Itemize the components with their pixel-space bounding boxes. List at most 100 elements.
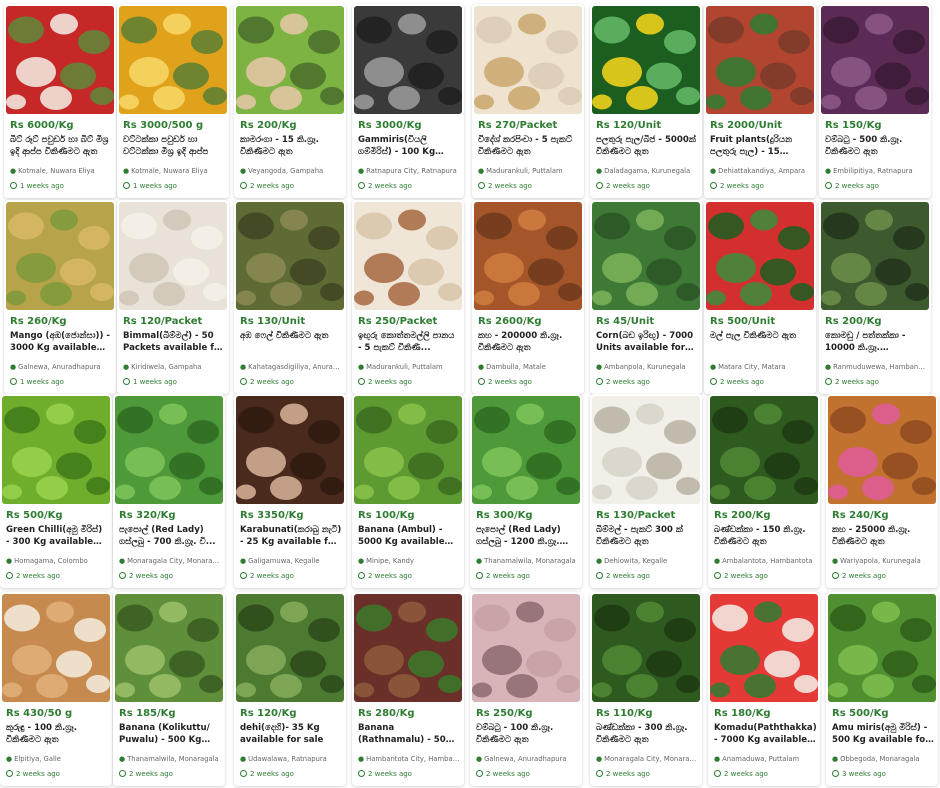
listing-title[interactable]: කහ - 25000 කි.ග්‍රෑ. විකිණීමට ඇත (832, 524, 934, 548)
listing-image[interactable] (592, 6, 700, 114)
listing-title[interactable]: Amu miris(අමු මිරිස්) - 500 Kg available… (832, 722, 934, 746)
listing-image[interactable] (710, 396, 818, 504)
listing-image[interactable] (2, 396, 110, 504)
listing-image[interactable] (354, 396, 462, 504)
listing-image[interactable] (236, 594, 344, 702)
pepper-seeds-image (354, 6, 462, 114)
listing-image[interactable] (354, 594, 462, 702)
listing-card[interactable]: Rs 500/Kg Green Chilli(අමු මිරිස්) - 300 … (0, 394, 112, 588)
listing-image[interactable] (115, 594, 223, 702)
listing-title[interactable]: අඹ ෆෙල් විකිණීමට ඇත (240, 330, 342, 354)
listing-card[interactable]: Rs 100/Kg Banana (Ambul) - 5000 Kg availa… (352, 394, 464, 588)
listing-time: 1 weeks ago (123, 378, 177, 386)
listing-image[interactable] (472, 396, 580, 504)
listing-title[interactable]: පැපොල් (Red Lady) ගස්ලබු - 700 කි.ග්‍රෑ.… (119, 524, 221, 548)
listing-image[interactable] (821, 6, 929, 114)
listing-image[interactable] (119, 6, 227, 114)
listing-card[interactable]: Rs 120/Kg dehi(දෙහි)- 35 Kg available for… (234, 592, 346, 786)
listing-title[interactable]: බණ්ඩක්කා - 150 කි.ග්‍රෑ. විකිණීමට ඇත (714, 524, 816, 548)
listing-title[interactable]: Banana (Kolikuttu/ Puwalu) - 500 Kg avai… (119, 722, 221, 746)
listing-title[interactable]: බීට් රූට් පවුඩර් හා බීට් මිශ්‍ර ඉදි ආප්ප… (10, 134, 112, 158)
listing-title[interactable]: Komadu(Paththakka) - 7000 Kg available f… (714, 722, 816, 746)
listing-title[interactable]: වම්බටු - 100 කි.ග්‍රෑ. විකිණීමට ඇත (476, 722, 578, 746)
listing-card[interactable]: Rs 320/Kg පැපොල් (Red Lady) ගස්ලබු - 700 … (113, 394, 225, 588)
listing-image[interactable] (828, 594, 936, 702)
listing-card[interactable]: Rs 430/50 g කුරුඳු - 100 කි.ග්‍රෑ. විකිණී… (0, 592, 112, 786)
listing-image[interactable] (6, 6, 114, 114)
listing-image[interactable] (706, 6, 814, 114)
listing-title[interactable]: Banana (Rathnamalu) - 500 Kg available f… (358, 722, 460, 746)
listing-image[interactable] (592, 396, 700, 504)
listing-image[interactable] (119, 202, 227, 310)
listing-title[interactable]: මල් පැල විකිණීමට ඇත (710, 330, 812, 354)
listing-image[interactable] (236, 6, 344, 114)
listing-card[interactable]: Rs 45/Unit Corn(බඩ ඉරිඟු) - 7000 Units av… (590, 200, 702, 394)
listing-title[interactable]: කහ - 200000 කි.ග්‍රෑ. විකිණීමට ඇත (478, 330, 580, 354)
listing-image[interactable] (474, 202, 582, 310)
listing-card[interactable]: Rs 250/Packet ඉඟුරු කොත්තමල්ලි පානය - 5 ප… (352, 200, 464, 394)
listing-card[interactable]: Rs 270/Packet විදේශ් කරපිංචා - 5 පැකට් වි… (472, 4, 584, 198)
listing-image[interactable] (592, 202, 700, 310)
listing-image[interactable] (236, 202, 344, 310)
listing-card[interactable]: Rs 200/Kg කාමරංගා - 15 කි.ග්‍රෑ. විකිණීමට… (234, 4, 346, 198)
listing-card[interactable]: Rs 260/Kg Mango (අඹ(ජොන්සා)) - 3000 Kg av… (4, 200, 116, 394)
listing-card[interactable]: Rs 120/Unit පලතුරු පැල/බීජ - 5000ක් විකිණ… (590, 4, 702, 198)
listing-card[interactable]: Rs 150/Kg වම්බටු - 500 කි.ග්‍රෑ. විකිණීමට… (819, 4, 931, 198)
listing-image[interactable] (354, 6, 462, 114)
listing-image[interactable] (706, 202, 814, 310)
listing-card[interactable]: Rs 500/Kg Amu miris(අමු මිරිස්) - 500 Kg … (826, 592, 938, 786)
listing-card[interactable]: Rs 130/Unit අඹ ෆෙල් විකිණීමට ඇත ● Kahatagas… (234, 200, 346, 394)
listing-card[interactable]: Rs 280/Kg Banana (Rathnamalu) - 500 Kg av… (352, 592, 464, 786)
listing-title[interactable]: Mango (අඹ(ජොන්සා)) - 3000 Kg available f… (10, 330, 112, 354)
listing-title[interactable]: Bimmal(බිම්මල්) - 50 Packets available f… (123, 330, 225, 354)
listing-image[interactable] (592, 594, 700, 702)
listing-image[interactable] (236, 396, 344, 504)
listing-image[interactable] (474, 6, 582, 114)
listing-title[interactable]: Fruit plants(දුරියන පලතුරු පැල) - 15 Uni… (710, 134, 812, 158)
listing-card[interactable]: Rs 180/Kg Komadu(Paththakka) - 7000 Kg av… (708, 592, 820, 786)
listing-card[interactable]: Rs 110/Kg බණ්ඩක්කා - 300 කි.ග්‍රෑ. විකිණී… (590, 592, 702, 786)
listing-card[interactable]: Rs 120/Packet Bimmal(බිම්මල්) - 50 Packet… (117, 200, 229, 394)
listing-image[interactable] (710, 594, 818, 702)
listing-title[interactable]: පැපොල් (Red Lady) ගස්ලබු - 1200 කි.ග්‍රෑ… (476, 524, 578, 548)
listing-title[interactable]: Green Chilli(අමු මිරිස්) - 300 Kg availa… (6, 524, 108, 548)
listing-title[interactable]: පලතුරු පැල/බීජ - 5000ක් විකිණීමට ඇත (596, 134, 698, 158)
listing-card[interactable]: Rs 2000/Unit Fruit plants(දුරියන පලතුරු ප… (704, 4, 816, 198)
listing-title[interactable]: Corn(බඩ ඉරිඟු) - 7000 Units available fo… (596, 330, 698, 354)
listing-title[interactable]: වට්ටක්කා පවුඩර් හා වට්ටක්කා මිශ්‍ර ඉදි ආ… (123, 134, 225, 158)
listing-title[interactable]: Banana (Ambul) - 5000 Kg available for s… (358, 524, 460, 548)
listing-card[interactable]: Rs 6000/Kg බීට් රූට් පවුඩර් හා බීට් මිශ්‍… (4, 4, 116, 198)
listing-title[interactable]: Karabunati(කරාබු නැටි) - 25 Kg available… (240, 524, 342, 548)
listing-image[interactable] (821, 202, 929, 310)
listing-image[interactable] (2, 594, 110, 702)
listing-card[interactable]: Rs 200/Kg කොමඩු / පත්තක්කා - 10000 කි.ග්‍… (819, 200, 931, 394)
listing-card[interactable]: Rs 500/Unit මල් පැල විකිණීමට ඇත ● Matara Ci… (704, 200, 816, 394)
listing-image[interactable] (6, 202, 114, 310)
listing-image[interactable] (354, 202, 462, 310)
listing-title[interactable]: බිම්මල් - පැකට් 300 ක් විකිණීමට ඇත (596, 524, 698, 548)
listing-image[interactable] (115, 396, 223, 504)
listing-card[interactable]: Rs 3000/Kg Gammiris(වියලි ගම්මිරිස්) - 10… (352, 4, 464, 198)
listing-card[interactable]: Rs 300/Kg පැපොල් (Red Lady) ගස්ලබු - 1200… (470, 394, 582, 588)
listing-card[interactable]: Rs 2600/Kg කහ - 200000 කි.ග්‍රෑ. විකිණීමට… (472, 200, 584, 394)
listing-title[interactable]: කාමරංගා - 15 කි.ග්‍රෑ. විකිණීමට ඇත (240, 134, 342, 158)
listing-card[interactable]: Rs 240/Kg කහ - 25000 කි.ග්‍රෑ. විකිණීමට ඇ… (826, 394, 938, 588)
listing-title[interactable]: කුරුඳු - 100 කි.ග්‍රෑ. විකිණීමට ඇත (6, 722, 108, 746)
listing-title[interactable]: dehi(දෙහි)- 35 Kg available for sale (240, 722, 342, 746)
listing-card[interactable]: Rs 3000/500 g වට්ටක්කා පවුඩර් හා වට්ටක්කා… (117, 4, 229, 198)
listing-title[interactable]: විදේශ් කරපිංචා - 5 පැකට් විකිණීමට ඇත (478, 134, 580, 158)
listing-image[interactable] (828, 396, 936, 504)
listing-title[interactable]: වම්බටු - 500 කි.ග්‍රෑ. විකිණීමට ඇත (825, 134, 927, 158)
listing-image[interactable] (472, 594, 580, 702)
listing-title[interactable]: Gammiris(වියලි ගම්මිරිස්) - 100 Kg avail… (358, 134, 460, 158)
listing-card[interactable]: Rs 3350/Kg Karabunati(කරාබු නැටි) - 25 Kg… (234, 394, 346, 588)
listing-title[interactable]: බණ්ඩක්කා - 300 කි.ග්‍රෑ. විකිණීමට ඇත (596, 722, 698, 746)
listing-card[interactable]: Rs 185/Kg Banana (Kolikuttu/ Puwalu) - 50… (113, 592, 225, 786)
listing-card[interactable]: Rs 200/Kg බණ්ඩක්කා - 150 කි.ග්‍රෑ. විකිණී… (708, 394, 820, 588)
banana-tree-image (115, 594, 223, 702)
listing-title[interactable]: කොමඩු / පත්තක්කා - 10000 කි.ග්‍රෑ. විකිණ… (825, 330, 927, 354)
listing-location: ● Minipe, Kandy (358, 557, 460, 565)
listing-card[interactable]: Rs 250/Kg වම්බටු - 100 කි.ග්‍රෑ. විකිණීමට… (470, 592, 582, 786)
listing-title[interactable]: ඉඟුරු කොත්තමල්ලි පානය - 5 පැකට් විකිණී..… (358, 330, 460, 354)
listing-card[interactable]: Rs 130/Packet බිම්මල් - පැකට් 300 ක් විකි… (590, 394, 702, 588)
